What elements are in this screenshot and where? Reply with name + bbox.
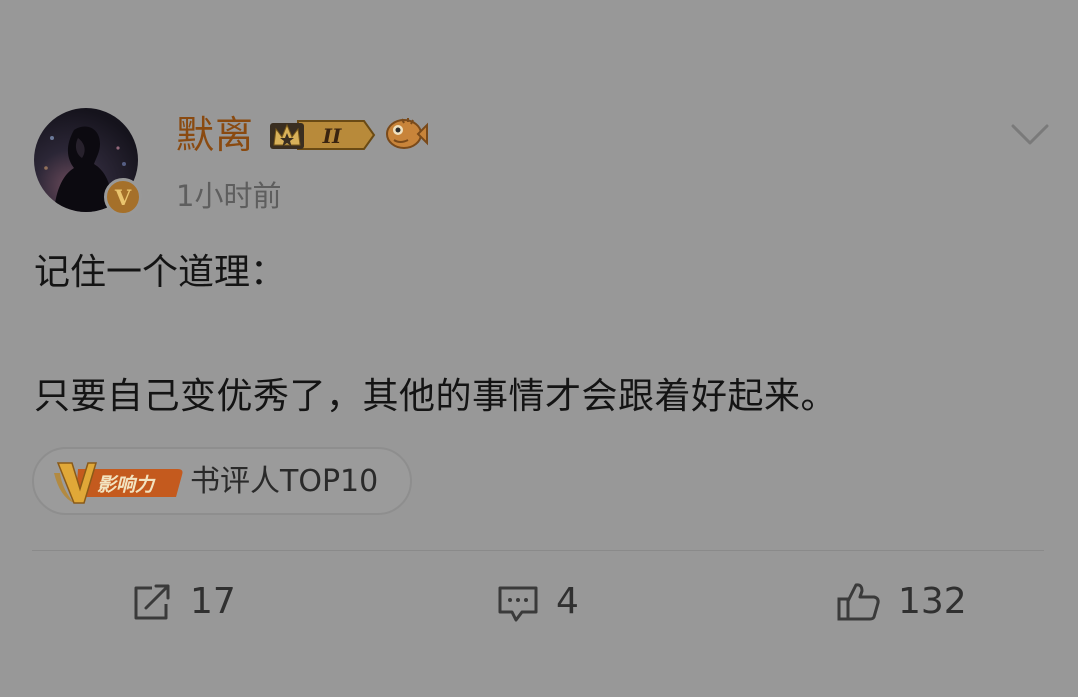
like-count: 132	[898, 581, 967, 622]
post-timestamp: 1小时前	[176, 179, 282, 213]
level-badge-text: II	[322, 124, 342, 148]
fish-emblem-icon[interactable]	[384, 114, 428, 154]
chevron-down-icon[interactable]	[1010, 122, 1050, 148]
post-text-line: 记住一个道理：	[34, 252, 287, 293]
like-button[interactable]: 132	[836, 578, 967, 626]
verified-badge-letter: V	[114, 184, 132, 210]
comment-icon	[498, 586, 538, 622]
thumbs-up-icon	[837, 583, 880, 621]
share-icon	[134, 584, 170, 620]
divider	[32, 550, 1044, 551]
comment-button[interactable]: 4	[496, 578, 579, 626]
influence-logo-icon: 影响力	[54, 462, 183, 504]
post-text-line: 只要自己变优秀了，其他的事情才会跟着好起来。	[34, 376, 838, 417]
influence-logo-text: 影响力	[97, 474, 156, 496]
crown-level-badge-icon[interactable]: II	[268, 115, 376, 155]
username[interactable]: 默离	[176, 112, 254, 158]
weibo-post-card: V 默离 II 1小时前 记住一个道理： 只要自己变优秀了，其他的事情才会跟着好…	[0, 0, 1078, 697]
repost-count: 17	[190, 581, 236, 622]
verified-badge-icon: V	[104, 178, 142, 216]
influence-tag-label: 书评人TOP10	[190, 464, 379, 499]
comment-count: 4	[556, 581, 579, 622]
influence-tag-chip[interactable]: 影响力 书评人TOP10	[32, 447, 412, 515]
repost-button[interactable]: 17	[130, 578, 236, 626]
